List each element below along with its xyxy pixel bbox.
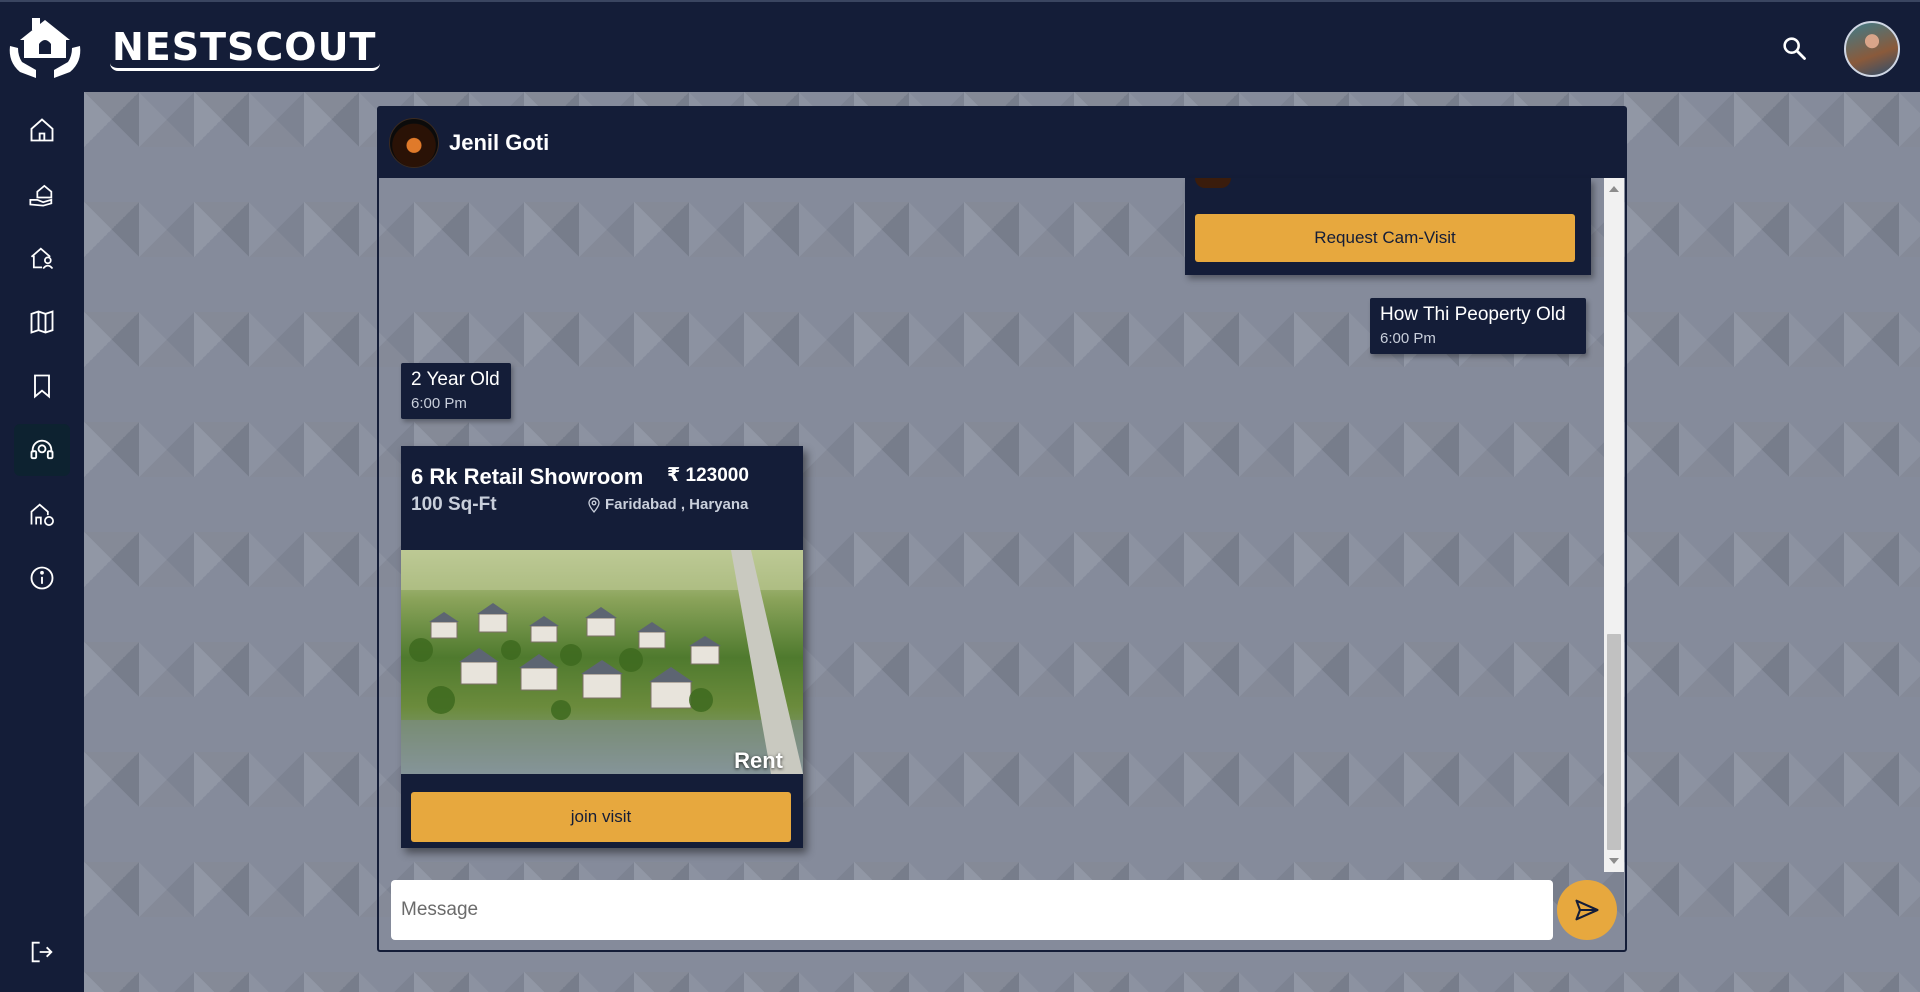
logout-button[interactable] bbox=[14, 926, 70, 978]
send-button[interactable] bbox=[1557, 880, 1617, 940]
sidebar-item-map[interactable] bbox=[14, 296, 70, 348]
request-cam-visit-button[interactable]: Request Cam-Visit bbox=[1195, 214, 1575, 262]
property-card[interactable]: 6 Rk Retail Showroom 100 Sq-Ft ₹ 123000 … bbox=[401, 446, 803, 848]
top-bar: NESTSCOUT bbox=[0, 0, 1920, 92]
message-bubble-incoming: 2 Year Old 6:00 Pm bbox=[401, 363, 511, 419]
send-icon bbox=[1575, 899, 1599, 921]
headset-icon bbox=[30, 439, 54, 460]
location-text: Faridabad , Haryana bbox=[605, 496, 749, 513]
partial-property-card: Request Cam-Visit bbox=[1185, 178, 1591, 275]
message-time: 6:00 Pm bbox=[411, 395, 467, 412]
sidebar-item-support[interactable] bbox=[14, 424, 70, 476]
logo-icon bbox=[9, 18, 81, 78]
sidebar-item-sell-property[interactable] bbox=[14, 168, 70, 220]
property-location: Faridabad , Haryana bbox=[587, 496, 748, 513]
user-avatar[interactable] bbox=[1844, 21, 1900, 77]
sidebar bbox=[0, 92, 84, 992]
message-text: 2 Year Old bbox=[411, 369, 500, 390]
property-title: 6 Rk Retail Showroom bbox=[411, 464, 644, 489]
message-time: 6:00 Pm bbox=[1380, 330, 1436, 347]
sidebar-item-home[interactable] bbox=[14, 104, 70, 156]
scroll-thumb[interactable] bbox=[1607, 634, 1621, 850]
message-bubble-outgoing: How Thi Peoperty Old 6:00 Pm bbox=[1370, 298, 1586, 354]
logout-icon bbox=[31, 941, 53, 963]
info-icon bbox=[30, 566, 54, 590]
message-text: How Thi Peoperty Old bbox=[1380, 304, 1566, 325]
contact-avatar[interactable] bbox=[389, 118, 439, 168]
map-icon bbox=[30, 310, 54, 334]
sidebar-item-my-properties[interactable] bbox=[14, 232, 70, 284]
contact-name: Jenil Goti bbox=[449, 130, 550, 155]
brand-name: NESTSCOUT bbox=[110, 26, 381, 71]
building-settings-icon bbox=[30, 503, 54, 526]
chat-window: Jenil Goti Request Cam-Visit How Thi Peo… bbox=[377, 106, 1627, 952]
hand-house-icon bbox=[29, 184, 53, 207]
sidebar-item-saved[interactable] bbox=[14, 360, 70, 412]
sidebar-item-about[interactable] bbox=[14, 552, 70, 604]
location-pin-icon bbox=[588, 496, 600, 513]
card-avatar bbox=[1195, 178, 1231, 188]
property-price: ₹ 123000 bbox=[667, 465, 749, 486]
scroll-up-arrow[interactable] bbox=[1609, 186, 1619, 192]
user-house-icon bbox=[30, 247, 54, 270]
home-icon bbox=[30, 118, 54, 142]
sidebar-item-properties-manage[interactable] bbox=[14, 488, 70, 540]
join-visit-button[interactable]: join visit bbox=[411, 792, 791, 842]
property-image: Rent bbox=[401, 550, 803, 774]
chat-header: Jenil Goti bbox=[379, 108, 1625, 178]
bookmark-icon bbox=[34, 374, 50, 399]
search-icon[interactable] bbox=[1780, 34, 1808, 62]
scroll-down-arrow[interactable] bbox=[1609, 858, 1619, 864]
suburb-photo bbox=[401, 550, 803, 774]
property-area: 100 Sq-Ft bbox=[411, 494, 497, 515]
listing-type: Rent bbox=[734, 748, 783, 773]
chat-scrollbar[interactable] bbox=[1604, 178, 1624, 872]
message-input[interactable] bbox=[391, 880, 1553, 940]
